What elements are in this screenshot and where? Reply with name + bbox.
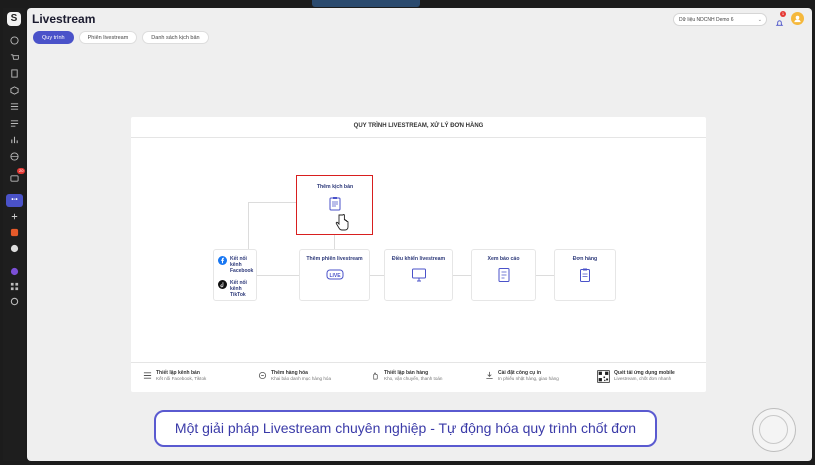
step-report[interactable]: Xem báo cáo — [471, 249, 536, 301]
chat-badge: 20 — [17, 168, 26, 174]
connector-line — [453, 275, 471, 276]
feature-desc: In phiếu nhặt hàng, giao hàng — [498, 376, 559, 381]
list-icon[interactable] — [9, 101, 19, 111]
feature-desc: Kết nối Facebook, Tiktok — [156, 376, 207, 381]
connector-line — [257, 275, 299, 276]
document-icon[interactable] — [9, 68, 19, 78]
app-logo[interactable]: S — [7, 12, 21, 26]
divider — [131, 137, 706, 138]
monitor-icon — [411, 267, 427, 283]
shop-icon[interactable] — [9, 227, 19, 237]
feature-desc: Khai báo danh mục hàng hóa — [271, 376, 332, 381]
feature-sales-setup[interactable]: Thiết lập bán hàng Kho, vận chuyển, thanh… — [371, 370, 443, 382]
feature-channel-setup[interactable]: Thiết lập kênh bán Kết nối Facebook, Tikt… — [143, 370, 206, 382]
screen: S 20 •-• Livestream Quy trình Phiên live… — [0, 0, 815, 465]
qr-icon — [597, 370, 610, 383]
step-report-label: Xem báo cáo — [487, 256, 520, 262]
step-control-label: Điều khiển livestream — [391, 256, 446, 262]
tab-process[interactable]: Quy trình — [33, 31, 74, 44]
connect-channels-card: Kết nối kênh Facebook Kết nối kênh TikTo… — [213, 249, 257, 301]
notification-badge: 1 — [780, 11, 786, 17]
feature-mobile-app[interactable]: Quét tải ứng dụng mobile Livestream, chốt… — [597, 370, 675, 383]
hand-icon — [373, 372, 378, 380]
purple-app-icon[interactable] — [9, 266, 19, 276]
report-icon — [496, 267, 512, 283]
step-orders-label: Đơn hàng — [572, 256, 598, 262]
globe-icon[interactable] — [9, 151, 19, 161]
connector-line — [248, 202, 296, 203]
chat-icon[interactable] — [9, 173, 19, 183]
settings-list-icon[interactable] — [9, 118, 19, 128]
live-icon: LIVE — [326, 267, 344, 283]
dashboard-icon[interactable] — [9, 35, 19, 45]
tab-sessions[interactable]: Phiên livestream — [78, 31, 138, 44]
box-icon — [258, 371, 267, 380]
connect-facebook-label: Kết nối kênh Facebook — [230, 256, 254, 274]
divider — [131, 362, 706, 363]
download-icon — [486, 371, 493, 380]
connector-line — [334, 235, 335, 249]
account-label: Dữ liệu NDCNH Demo 6 — [679, 17, 734, 23]
cart-icon[interactable] — [9, 52, 19, 62]
user-circle-icon[interactable] — [9, 243, 19, 253]
order-clipboard-icon — [577, 267, 593, 283]
connector-line — [370, 275, 384, 276]
connector-line — [248, 202, 249, 252]
connect-facebook[interactable]: Kết nối kênh Facebook — [218, 256, 258, 274]
account-selector[interactable]: Dữ liệu NDCNH Demo 6 ⌄ — [673, 13, 767, 26]
sidebar: S 20 •-• — [3, 8, 26, 461]
feature-desc: Kho, vận chuyển, thanh toán — [384, 376, 443, 381]
feature-add-goods[interactable]: Thêm hàng hóa Khai báo danh mục hàng hóa — [258, 370, 331, 382]
page-title: Livestream — [32, 12, 96, 26]
chart-icon[interactable] — [9, 134, 19, 144]
step-add-session[interactable]: Thêm phiên livestream LIVE — [299, 249, 370, 301]
tab-scripts[interactable]: Danh sách kịch bản — [142, 31, 209, 44]
tiktok-icon — [218, 280, 227, 289]
window-top-mark — [312, 0, 420, 7]
avatar[interactable] — [791, 12, 804, 25]
watermark-seal — [752, 408, 796, 452]
connector-line — [536, 275, 554, 276]
grid-icon[interactable] — [9, 281, 19, 291]
box-icon[interactable] — [9, 85, 19, 95]
feature-print-tools[interactable]: Cài đặt công cụ in In phiếu nhặt hàng, gi… — [485, 370, 559, 382]
list-icon — [143, 372, 152, 379]
caption-banner: Một giải pháp Livestream chuyên nghiệp -… — [154, 410, 657, 447]
connect-tiktok-label: Kết nối kênh TikTok — [230, 280, 247, 298]
connect-tiktok[interactable]: Kết nối kênh TikTok — [218, 280, 258, 298]
step-control[interactable]: Điều khiển livestream — [384, 249, 453, 301]
svg-text:LIVE: LIVE — [329, 273, 341, 279]
facebook-icon — [218, 256, 227, 265]
plus-icon[interactable] — [9, 211, 19, 221]
step-orders[interactable]: Đơn hàng — [554, 249, 616, 301]
chevron-down-icon: ⌄ — [757, 17, 762, 23]
step-add-session-label: Thêm phiên livestream — [306, 256, 363, 262]
feature-desc: Livestream, chốt đơn nhanh — [614, 376, 672, 381]
process-title: QUY TRÌNH LIVESTREAM, XỬ LÝ ĐƠN HÀNG — [353, 123, 484, 129]
process-panel: QUY TRÌNH LIVESTREAM, XỬ LÝ ĐƠN HÀNG Kết… — [131, 117, 706, 392]
hand-pointer-icon — [334, 213, 350, 233]
main-content: Livestream Quy trình Phiên livestream Da… — [27, 8, 812, 461]
settings-icon[interactable] — [9, 296, 19, 306]
tab-bar: Quy trình Phiên livestream Danh sách kịc… — [33, 31, 209, 44]
sidebar-item-livestream[interactable]: •-• — [6, 194, 23, 207]
